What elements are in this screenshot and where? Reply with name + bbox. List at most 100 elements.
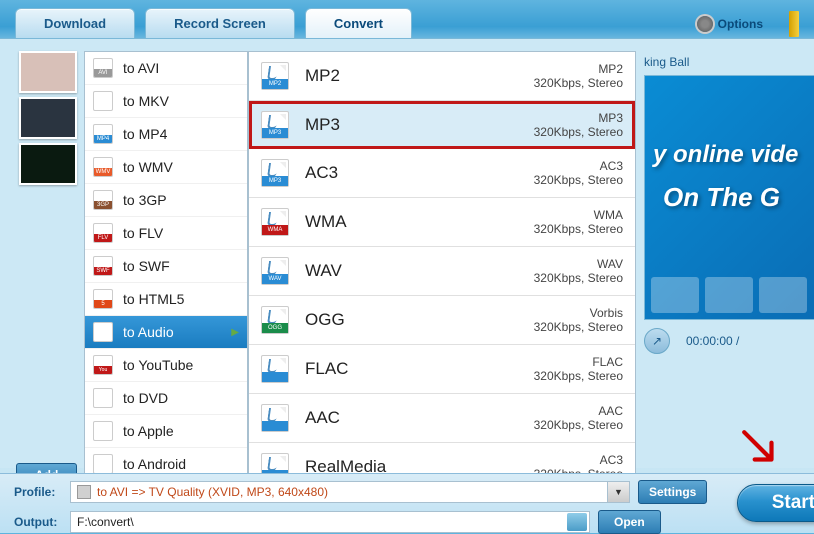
thumbnail[interactable]	[19, 143, 77, 185]
format-item[interactable]: WMV to WMV	[85, 151, 247, 184]
format-list: AVI to AVI to MKV MP4to MP4 WMV to WMV 3GP to 3…	[84, 51, 248, 481]
audio-meta: MP2320Kbps, Stereo	[534, 62, 623, 90]
video-title: king Ball	[644, 51, 814, 75]
time-display: 00:00:00 /	[686, 334, 739, 348]
preview-text: y online vide	[653, 141, 798, 169]
video-thumbs	[19, 51, 79, 189]
audio-meta: Vorbis320Kbps, Stereo	[534, 306, 623, 334]
audio-format-item[interactable]: MP3 MP3 MP3320Kbps, Stereo	[249, 101, 635, 149]
dropdown-icon[interactable]: ▼	[607, 482, 629, 502]
format-label: to YouTube	[123, 357, 193, 373]
output-value: F:\convert\	[77, 515, 134, 529]
format-item[interactable]: 3GP to 3GP	[85, 184, 247, 217]
tab-download[interactable]: Download	[15, 8, 135, 39]
audio-meta: WAV320Kbps, Stereo	[534, 257, 623, 285]
profile-icon	[77, 485, 91, 499]
play-button[interactable]: ↗	[644, 328, 670, 354]
arrow-right-icon: ▶	[231, 327, 239, 338]
main-area: Add AVIto AVIto MKVMP4to MP4WMVto WMV3GP…	[0, 38, 814, 468]
format-item[interactable]: 5 to HTML5	[85, 283, 247, 316]
key-icon[interactable]	[789, 11, 799, 37]
thumbnail[interactable]	[19, 51, 77, 93]
audio-format-item[interactable]: WMA WMA WMA320Kbps, Stereo	[249, 198, 635, 247]
format-item[interactable]: FLV to FLV	[85, 217, 247, 250]
format-icon	[93, 421, 113, 441]
format-icon	[93, 322, 113, 342]
audio-name: AAC	[305, 408, 340, 428]
player-controls: ↗ 00:00:00 /	[644, 320, 814, 362]
format-item[interactable]: to Audio ▶	[85, 316, 247, 349]
audio-icon	[261, 404, 289, 432]
profile-field[interactable]: to AVI => TV Quality (XVID, MP3, 640x480…	[70, 481, 630, 503]
format-label: to Audio	[123, 324, 174, 340]
format-icon: FLV	[93, 223, 113, 243]
format-label: to WMV	[123, 159, 173, 175]
format-label: to AVI	[123, 60, 159, 76]
audio-name: AC3	[305, 163, 338, 183]
audio-meta: FLAC320Kbps, Stereo	[534, 355, 623, 383]
tab-convert[interactable]: Convert	[305, 8, 412, 39]
open-button[interactable]: Open	[598, 510, 661, 534]
format-icon: 3GP	[93, 190, 113, 210]
audio-name: WAV	[305, 261, 342, 281]
main-tabs: Download Record Screen Convert Options	[0, 0, 814, 39]
format-item[interactable]: to DVD	[85, 382, 247, 415]
output-field[interactable]: F:\convert\	[70, 511, 590, 533]
audio-format-item[interactable]: MP2MP2MP2320Kbps, Stereo	[249, 52, 635, 101]
audio-submenu: MP2MP2MP2320Kbps, StereoMP3MP3MP3320Kbps…	[248, 51, 636, 481]
format-label: to FLV	[123, 225, 163, 241]
audio-name: WMA	[305, 212, 347, 232]
format-item[interactable]: to MKV	[85, 85, 247, 118]
format-icon: 5	[93, 289, 113, 309]
mini-thumbs	[651, 277, 807, 313]
format-item[interactable]: to Apple	[85, 415, 247, 448]
audio-icon: MP3	[261, 111, 289, 139]
audio-format-item[interactable]: WAVWAVWAV320Kbps, Stereo	[249, 247, 635, 296]
format-item[interactable]: SWF to SWF	[85, 250, 247, 283]
options-label: Options	[718, 17, 763, 31]
folder-icon[interactable]	[567, 513, 587, 531]
audio-icon: OGG	[261, 306, 289, 334]
audio-meta: MP3320Kbps, Stereo	[534, 111, 623, 139]
audio-icon: MP3	[261, 159, 289, 187]
preview-pane: king Ball y online vide On The G ↗ 00:00…	[644, 51, 814, 362]
format-icon	[93, 91, 113, 111]
audio-meta: AAC320Kbps, Stereo	[534, 404, 623, 432]
format-item[interactable]: AVI to AVI	[85, 52, 247, 85]
audio-format-item[interactable]: AAC AAC320Kbps, Stereo	[249, 394, 635, 443]
audio-icon: WMA	[261, 208, 289, 236]
thumbnail[interactable]	[19, 97, 77, 139]
format-label: to Android	[123, 456, 186, 472]
format-label: to DVD	[123, 390, 168, 406]
start-button[interactable]: Start	[737, 484, 814, 522]
profile-value: to AVI => TV Quality (XVID, MP3, 640x480…	[97, 485, 328, 499]
bottom-panel: Profile: to AVI => TV Quality (XVID, MP3…	[0, 473, 814, 533]
format-item[interactable]: You to YouTube	[85, 349, 247, 382]
audio-name: MP3	[305, 115, 340, 135]
format-icon: You	[93, 355, 113, 375]
settings-button[interactable]: Settings	[638, 480, 707, 504]
format-item[interactable]: MP4to MP4	[85, 118, 247, 151]
profile-label: Profile:	[14, 485, 62, 499]
format-icon: SWF	[93, 256, 113, 276]
tab-record-screen[interactable]: Record Screen	[145, 8, 295, 39]
format-label: to MKV	[123, 93, 169, 109]
audio-format-item[interactable]: FLACFLAC320Kbps, Stereo	[249, 345, 635, 394]
format-icon: AVI	[93, 58, 113, 78]
preview-box[interactable]: y online vide On The G	[644, 75, 814, 320]
options-button[interactable]: Options	[697, 16, 763, 32]
audio-format-item[interactable]: MP3 AC3 AC3320Kbps, Stereo	[249, 149, 635, 198]
format-label: to HTML5	[123, 291, 184, 307]
format-label: to Apple	[123, 423, 174, 439]
output-label: Output:	[14, 515, 62, 529]
audio-meta: AC3320Kbps, Stereo	[534, 159, 623, 187]
format-label: to 3GP	[123, 192, 167, 208]
format-icon: WMV	[93, 157, 113, 177]
format-icon	[93, 454, 113, 474]
audio-icon: MP2	[261, 62, 289, 90]
gear-icon	[697, 16, 713, 32]
audio-name: OGG	[305, 310, 345, 330]
audio-format-item[interactable]: OGG OGG Vorbis320Kbps, Stereo	[249, 296, 635, 345]
format-label: to SWF	[123, 258, 170, 274]
audio-meta: WMA320Kbps, Stereo	[534, 208, 623, 236]
